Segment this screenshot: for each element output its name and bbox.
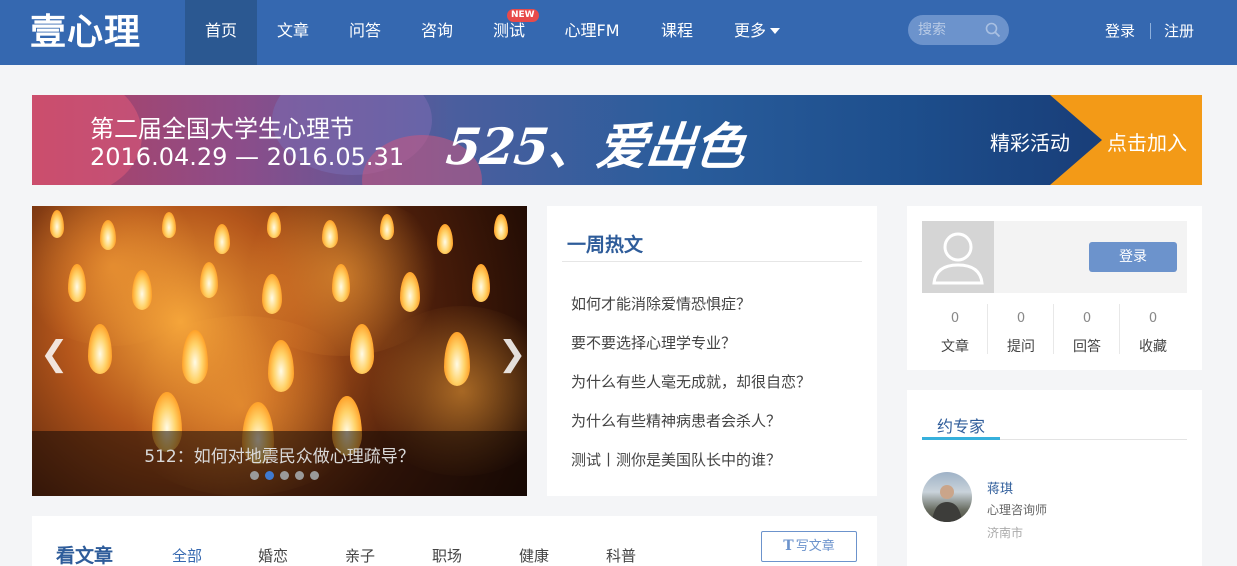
nav-courses[interactable]: 课程 [639, 0, 715, 65]
stat-articles[interactable]: 0 文章 [922, 311, 988, 356]
category-tab-health[interactable]: 健康 [519, 545, 549, 566]
nav-qa[interactable]: 问答 [329, 0, 401, 65]
banner-title: 第二届全国大学生心理节 [90, 115, 354, 143]
register-link[interactable]: 注册 [1164, 0, 1194, 65]
nav-home[interactable]: 首页 [185, 0, 257, 65]
text-t-icon: T [783, 538, 794, 554]
write-article-button[interactable]: T 写文章 [761, 531, 857, 562]
nav-fm[interactable]: 心理FM [545, 0, 639, 65]
stat-value: 0 [1016, 311, 1026, 326]
candle-flame [267, 212, 281, 238]
site-logo[interactable]: 壹心理 [30, 10, 141, 54]
stat-answers[interactable]: 0 回答 [1054, 311, 1120, 356]
expert-panel: 约专家 蒋琪 心理咨询师 济南市 [907, 390, 1202, 566]
card-login-button[interactable]: 登录 [1089, 242, 1177, 272]
person-photo-icon [932, 485, 962, 522]
stat-favorites[interactable]: 0 收藏 [1120, 311, 1186, 356]
new-badge: NEW [507, 9, 539, 22]
slider-caption[interactable]: 512：如何对地震民众做心理疏导？ [32, 442, 527, 467]
category-tab-love[interactable]: 婚恋 [258, 545, 288, 566]
category-tab-all[interactable]: 全部 [172, 545, 202, 566]
search-icon[interactable] [985, 22, 1001, 38]
stat-questions[interactable]: 0 提问 [988, 311, 1054, 356]
candle-flame [380, 214, 394, 240]
featured-slider[interactable]: ❮ ❯ 512：如何对地震民众做心理疏导？ [32, 206, 527, 496]
candle-flame [437, 224, 453, 254]
slider-prev-button[interactable]: ❮ [40, 334, 69, 374]
banner-join-button[interactable]: 点击加入 [1107, 127, 1187, 156]
slider-dot[interactable] [250, 471, 259, 480]
nav-articles[interactable]: 文章 [257, 0, 329, 65]
candle-flame [214, 224, 230, 254]
user-card: 登录 0 文章 0 提问 0 回答 0 收藏 [907, 206, 1202, 370]
slider-next-button[interactable]: ❯ [498, 334, 527, 374]
slider-dot[interactable] [295, 471, 304, 480]
hot-article-link[interactable]: 测试丨测你是美国队长中的谁？ [571, 449, 781, 470]
tab-experts[interactable]: 约专家 [937, 413, 985, 437]
top-navbar: 壹心理 首页 文章 问答 咨询 测试 NEW 心理FM 课程 更多 登录 注册 [0, 0, 1237, 65]
nav-consult[interactable]: 咨询 [401, 0, 473, 65]
category-tab-science[interactable]: 科普 [606, 545, 636, 566]
search-box [908, 15, 1009, 45]
login-link[interactable]: 登录 [1105, 0, 1135, 65]
candle-flame [50, 210, 64, 238]
divider [562, 261, 862, 262]
user-card-header: 登录 [922, 221, 1187, 293]
banner-date: 2016.04.29 — 2016.05.31 [90, 143, 405, 171]
category-tab-career[interactable]: 职场 [432, 545, 462, 566]
candle-flame [494, 214, 508, 240]
auth-divider [1150, 23, 1151, 39]
stat-value: 0 [1082, 311, 1092, 326]
expert-role: 心理咨询师 [987, 503, 1048, 517]
weekly-hot-panel: 一周热文 如何才能消除爱情恐惧症？ 要不要选择心理学专业？ 为什么有些人毫无成就… [547, 206, 877, 496]
hot-article-link[interactable]: 如何才能消除爱情恐惧症？ [571, 293, 751, 314]
category-tab-parenting[interactable]: 亲子 [345, 545, 375, 566]
candle-flame [162, 212, 176, 238]
banner-activity-label: 精彩活动 [990, 131, 1070, 155]
articles-section: 看文章 全部 婚恋 亲子 职场 健康 科普 T 写文章 [32, 516, 877, 566]
candle-flame [472, 264, 490, 302]
expert-avatar[interactable] [922, 472, 972, 522]
hot-panel-title: 一周热文 [567, 234, 644, 256]
promo-banner[interactable]: 第二届全国大学生心理节 2016.04.29 — 2016.05.31 525、… [32, 95, 1202, 185]
banner-slogan: 525、爱出色 [443, 117, 748, 176]
slider-dot-active[interactable] [265, 471, 274, 480]
stat-label: 文章 [941, 339, 969, 355]
stat-label: 回答 [1073, 339, 1101, 355]
nav-test[interactable]: 测试 NEW [473, 0, 545, 65]
user-placeholder-icon [932, 232, 984, 285]
hot-article-link[interactable]: 为什么有些人毫无成就，却很自恋？ [571, 371, 811, 392]
articles-title: 看文章 [56, 545, 114, 566]
search-input[interactable] [918, 20, 984, 40]
stat-value: 0 [1148, 311, 1158, 326]
stat-label: 提问 [1007, 339, 1035, 355]
candle-flame [200, 262, 218, 298]
expert-city: 济南市 [987, 526, 1024, 540]
nav-more-label: 更多 [733, 21, 766, 40]
nav-more[interactable]: 更多 [715, 0, 799, 65]
active-tab-underline [922, 437, 1000, 440]
stat-value: 0 [950, 311, 960, 326]
expert-name[interactable]: 蒋琪 [987, 478, 1013, 497]
hot-article-link[interactable]: 为什么有些精神病患者会杀人？ [571, 410, 781, 431]
chevron-down-icon [770, 28, 780, 34]
avatar[interactable] [922, 221, 994, 293]
stat-label: 收藏 [1139, 339, 1167, 355]
hot-article-link[interactable]: 要不要选择心理学专业？ [571, 332, 736, 353]
slider-dot[interactable] [280, 471, 289, 480]
slider-dot[interactable] [310, 471, 319, 480]
write-article-label: 写文章 [795, 539, 835, 554]
nav-test-label: 测试 [492, 21, 525, 40]
